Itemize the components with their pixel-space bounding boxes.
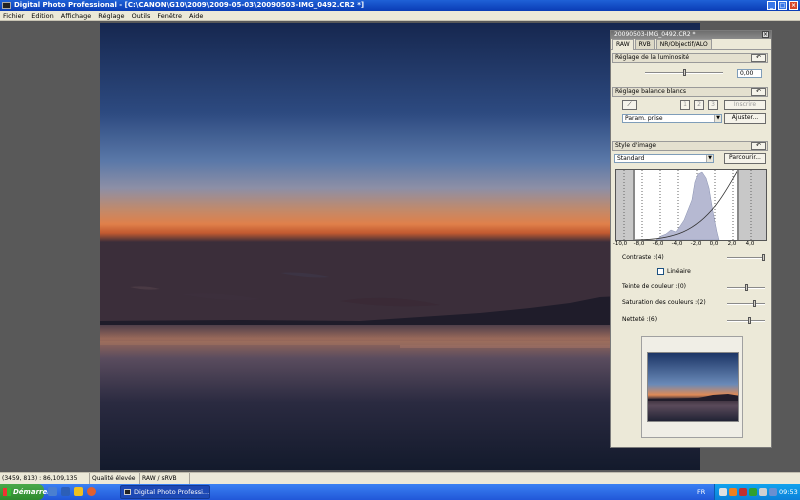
white-balance-heading: Réglage balance blancs	[615, 88, 687, 95]
status-coords: (3459, 813) : 86,109,135	[0, 473, 90, 484]
wb-adjust-button[interactable]: Ajuster...	[724, 113, 766, 124]
tone-curve-histogram[interactable]	[615, 169, 767, 241]
white-balance-section-header: Réglage balance blancs ↶	[612, 87, 768, 97]
color-tone-label: Teinte de couleur :(0)	[622, 283, 686, 290]
clock: 09:53	[779, 488, 798, 496]
linear-checkbox[interactable]	[657, 268, 664, 275]
axis-tick: -6,0	[652, 241, 664, 247]
status-quality: Qualité élevée	[90, 473, 140, 484]
axis-tick: 0,0	[709, 241, 719, 247]
quick-launch-icon[interactable]	[61, 487, 70, 496]
brightness-value-field[interactable]: 0,00	[737, 69, 762, 78]
wb-register-button[interactable]: Inscrire	[724, 100, 766, 110]
picture-style-dropdown[interactable]: Standard ▼	[614, 154, 714, 163]
status-colorspace: RAW / sRVB	[140, 473, 190, 484]
windows-flag-icon	[3, 488, 11, 496]
status-bar: (3459, 813) : 86,109,135 Qualité élevée …	[0, 472, 800, 484]
menu-window[interactable]: Fenêtre	[157, 11, 182, 20]
color-tone-slider[interactable]	[727, 284, 765, 291]
brightness-section-header: Réglage de la luminosité ↶	[612, 53, 768, 63]
menu-tools[interactable]: Outils	[132, 11, 151, 20]
navigator-panel	[641, 336, 743, 438]
eyedropper-icon: ⟋	[627, 101, 632, 108]
thumbnail-photo	[648, 353, 738, 421]
brightness-slider[interactable]	[645, 69, 723, 76]
sharpness-label: Netteté :(6)	[622, 316, 658, 323]
sharpness-slider-thumb[interactable]	[748, 317, 751, 324]
chevron-down-icon: ▼	[706, 155, 713, 162]
axis-tick: 4,0	[745, 241, 755, 247]
quick-launch-icon[interactable]	[74, 487, 83, 496]
axis-tick: -10,0	[612, 241, 628, 247]
tray-icon[interactable]	[749, 488, 757, 496]
app-icon	[2, 2, 11, 9]
eyedropper-button[interactable]: ⟋	[622, 100, 637, 110]
saturation-slider-thumb[interactable]	[753, 300, 756, 307]
saturation-slider[interactable]	[727, 300, 765, 307]
saturation-label: Saturation des couleurs :(2)	[622, 299, 706, 306]
palette-title-bar[interactable]: 20090503-IMG_0492.CR2 * ×	[611, 31, 771, 39]
tray-icon[interactable]	[739, 488, 747, 496]
maximize-button[interactable]: □	[778, 1, 787, 10]
picture-style-heading: Style d'image	[615, 142, 657, 149]
menu-help[interactable]: Aide	[189, 11, 203, 20]
menu-adjustment[interactable]: Réglage	[98, 11, 124, 20]
taskbar: Démarrer Digital Photo Professi... FR 09…	[0, 484, 800, 500]
linear-label: Linéaire	[667, 268, 691, 275]
tab-rgb[interactable]: RVB	[634, 39, 655, 49]
picture-style-browse-button[interactable]: Parcourir...	[724, 153, 766, 164]
tab-nr-lens-alo[interactable]: NR/Objectif/ALO	[655, 39, 712, 49]
menu-bar: Fichier Edition Affichage Réglage Outils…	[0, 11, 800, 21]
axis-tick: 2,0	[727, 241, 737, 247]
window-controls: _ □ ×	[767, 1, 798, 10]
picture-style-section-header: Style d'image ↶	[612, 141, 768, 151]
brightness-reset-button[interactable]: ↶	[751, 54, 766, 62]
navigator-thumbnail[interactable]	[647, 352, 739, 422]
volume-icon[interactable]	[759, 488, 767, 496]
window-title: Digital Photo Professional - [C:\CANON\G…	[14, 1, 365, 9]
palette-tabs: RAW RVB NR/Objectif/ALO	[611, 39, 771, 50]
close-button[interactable]: ×	[789, 1, 798, 10]
task-dpp-button[interactable]: Digital Photo Professi...	[120, 485, 210, 499]
system-tray: 09:53	[714, 484, 800, 500]
camera-icon	[124, 489, 131, 495]
tab-raw[interactable]: RAW	[612, 39, 634, 50]
chevron-down-icon: ▼	[714, 115, 721, 122]
contrast-slider[interactable]	[727, 254, 765, 261]
menu-edit[interactable]: Edition	[31, 11, 54, 20]
wb-preset-dropdown[interactable]: Param. prise ▼	[622, 114, 722, 123]
title-bar: Digital Photo Professional - [C:\CANON\G…	[0, 0, 800, 11]
menu-view[interactable]: Affichage	[61, 11, 92, 20]
palette-title: 20090503-IMG_0492.CR2 *	[614, 31, 696, 38]
network-icon[interactable]	[769, 488, 777, 496]
wb-slot-3-button[interactable]: 3	[708, 100, 718, 110]
start-button[interactable]: Démarrer	[0, 484, 51, 500]
brightness-heading: Réglage de la luminosité	[615, 54, 690, 61]
color-tone-slider-thumb[interactable]	[745, 284, 748, 291]
sharpness-slider[interactable]	[727, 317, 765, 324]
histogram-axis-labels: -10,0 -8,0 -6,0 -4,0 -2,0 0,0 2,0 4,0	[612, 241, 770, 249]
minimize-button[interactable]: _	[767, 1, 776, 10]
language-indicator[interactable]: FR	[697, 484, 705, 500]
wb-slot-1-button[interactable]: 1	[680, 100, 690, 110]
tray-icon[interactable]	[719, 488, 727, 496]
wb-slot-2-button[interactable]: 2	[694, 100, 704, 110]
contrast-label: Contraste :(4)	[622, 254, 664, 261]
menu-file[interactable]: Fichier	[3, 11, 24, 20]
show-desktop-icon[interactable]	[48, 487, 57, 496]
histogram-graph	[616, 169, 766, 241]
brightness-slider-thumb[interactable]	[683, 69, 686, 76]
axis-tick: -4,0	[671, 241, 683, 247]
white-balance-reset-button[interactable]: ↶	[751, 88, 766, 96]
axis-tick: -8,0	[633, 241, 645, 247]
axis-tick: -2,0	[690, 241, 702, 247]
palette-close-button[interactable]: ×	[762, 31, 769, 38]
browser-icon[interactable]	[87, 487, 96, 496]
tray-icon[interactable]	[729, 488, 737, 496]
picture-style-reset-button[interactable]: ↶	[751, 142, 766, 150]
contrast-slider-thumb[interactable]	[762, 254, 765, 261]
